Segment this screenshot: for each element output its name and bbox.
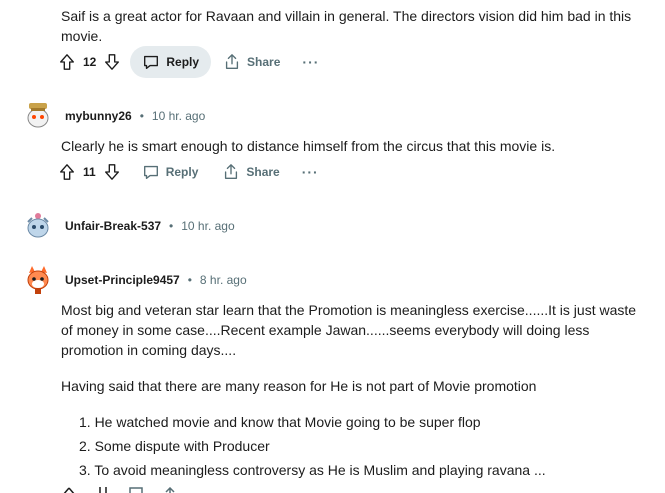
comment-2-meta: mybunny26 • 10 hr. ago	[65, 109, 205, 123]
timestamp[interactable]: 10 hr. ago	[181, 219, 234, 233]
list-item: 1. He watched movie and know that Movie …	[79, 414, 481, 430]
reply-label: Reply	[165, 165, 199, 179]
upvote-icon[interactable]	[57, 52, 77, 72]
comment-1-actions: 12 Reply Share ···	[57, 46, 329, 78]
reply-icon	[144, 55, 159, 69]
meta-separator: •	[169, 219, 174, 233]
comment-4-reason-list: 1. He watched movie and know that Movie …	[79, 412, 649, 484]
timestamp[interactable]: 8 hr. ago	[200, 273, 247, 287]
comment-4-actions-partial	[61, 487, 177, 493]
comment-2-reply-button[interactable]: Reply	[130, 156, 211, 188]
avatar[interactable]	[22, 100, 54, 132]
username[interactable]: Upset-Principle9457	[65, 273, 180, 287]
downvote-icon[interactable]	[97, 487, 109, 493]
meta-separator: •	[187, 273, 192, 287]
share-label: Share	[247, 55, 281, 69]
comment-4-meta: Upset-Principle9457 • 8 hr. ago	[65, 273, 247, 287]
avatar[interactable]	[22, 210, 54, 242]
comment-2-body: Clearly he is smart enough to distance h…	[61, 136, 651, 156]
comment-1-score: 12	[83, 55, 97, 69]
list-item: 3. To avoid meaningless controversy as H…	[79, 462, 546, 478]
username[interactable]: mybunny26	[65, 109, 132, 123]
share-icon	[225, 54, 239, 69]
comment-4-paragraph-2: Having said that there are many reason f…	[61, 378, 537, 394]
comment-4-paragraph-2-wrap: Having said that there are many reason f…	[61, 376, 651, 396]
timestamp[interactable]: 10 hr. ago	[152, 109, 205, 123]
comment-2-actions: 11 Reply Share ···	[57, 156, 329, 188]
comment-2-text: Clearly he is smart enough to distance h…	[61, 138, 556, 154]
share-icon	[225, 164, 238, 179]
comment-1-reply-button[interactable]: Reply	[130, 46, 212, 78]
comment-4-body: Most big and veteran star learn that the…	[61, 300, 651, 360]
upvote-icon[interactable]	[61, 487, 77, 493]
list-item: 2. Some dispute with Producer	[79, 438, 270, 454]
downvote-icon[interactable]	[102, 162, 122, 182]
comment-1-body: Saif is a great actor for Ravaan and vil…	[61, 6, 651, 46]
reply-label: Reply	[166, 55, 200, 69]
avatar[interactable]	[22, 263, 54, 295]
comment-2-share-button[interactable]: Share	[210, 156, 291, 188]
comment-2-more-button[interactable]: ···	[292, 164, 329, 180]
upvote-icon[interactable]	[57, 162, 77, 182]
reply-icon[interactable]	[129, 487, 143, 493]
meta-separator: •	[139, 109, 144, 123]
comment-1-text: Saif is a great actor for Ravaan and vil…	[61, 8, 632, 44]
comment-2-vote: 11	[57, 162, 122, 182]
username[interactable]: Unfair-Break-537	[65, 219, 161, 233]
share-label: Share	[246, 165, 280, 179]
comment-4-paragraph-1: Most big and veteran star learn that the…	[61, 302, 637, 358]
share-icon[interactable]	[163, 487, 177, 493]
comment-1-share-button[interactable]: Share	[211, 46, 292, 78]
reply-icon	[143, 165, 158, 179]
comment-1-more-button[interactable]: ···	[292, 54, 329, 70]
comment-1-vote: 12	[57, 52, 122, 72]
downvote-icon[interactable]	[102, 52, 122, 72]
comment-3-meta: Unfair-Break-537 • 10 hr. ago	[65, 219, 235, 233]
comment-2-score: 11	[83, 165, 96, 179]
